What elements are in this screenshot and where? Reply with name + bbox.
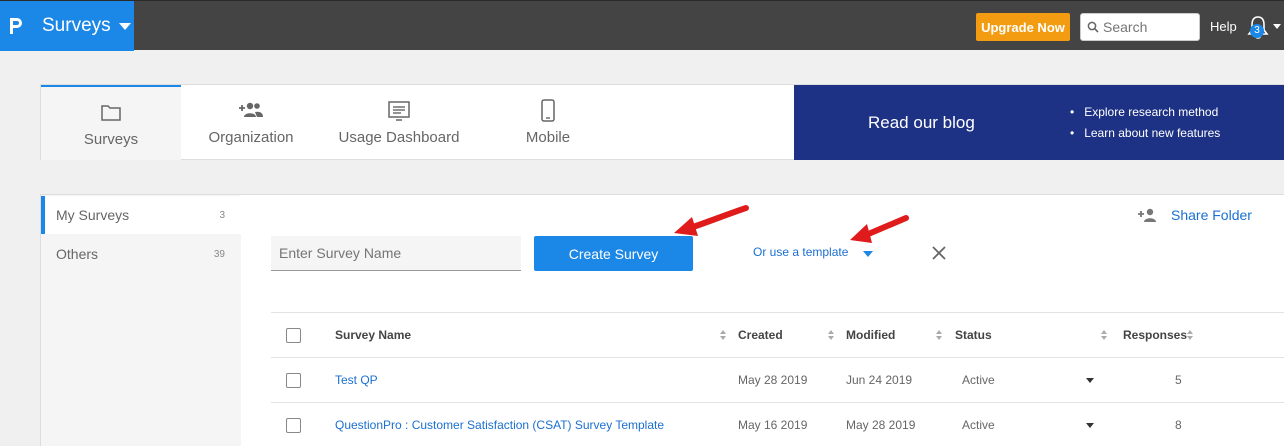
blog-title: Read our blog <box>868 113 975 132</box>
responses-count: 5 <box>1175 373 1182 387</box>
survey-table: Survey Name Created Modified Status Resp… <box>271 312 1284 446</box>
app-title: Surveys <box>42 15 111 36</box>
sidebar-item-others[interactable]: Others 39 <box>41 235 241 273</box>
surveys-panel: My Surveys 3 Others 39 Share Folder Crea… <box>40 194 1284 446</box>
share-folder-button[interactable]: Share Folder <box>1137 207 1252 223</box>
list-item: Learn about new features <box>1072 126 1220 140</box>
select-all-checkbox[interactable] <box>286 327 301 343</box>
blog-banner[interactable]: Read our blog Explore research method Le… <box>794 85 1284 160</box>
questionpro-logo <box>10 18 22 34</box>
tab-mobile[interactable]: Mobile <box>478 85 618 160</box>
row-checkbox[interactable] <box>286 417 301 433</box>
tab-surveys[interactable]: Surveys <box>41 85 181 160</box>
search-icon <box>1087 21 1099 33</box>
survey-name-input[interactable] <box>271 236 521 271</box>
column-header-responses[interactable]: Responses <box>1123 313 1187 357</box>
help-link[interactable]: Help <box>1210 19 1237 34</box>
top-bar: Surveys Upgrade Now Help 3 <box>0 0 1284 51</box>
column-header-modified[interactable]: Modified <box>846 313 895 357</box>
sort-icon[interactable] <box>720 330 726 342</box>
search-box[interactable] <box>1080 13 1200 41</box>
table-header: Survey Name Created Modified Status Resp… <box>271 312 1284 358</box>
tab-label: Surveys <box>83 131 139 148</box>
annotation-arrow-template <box>850 215 909 243</box>
survey-name-link[interactable]: Test QP <box>335 358 378 402</box>
tab-usage-dashboard[interactable]: Usage Dashboard <box>329 85 469 160</box>
tab-label: Organization <box>208 129 294 146</box>
created-date: May 16 2019 <box>738 418 808 432</box>
notification-badge: 3 <box>1250 24 1264 38</box>
sidebar-item-label: Others <box>56 246 99 262</box>
column-header-survey-name[interactable]: Survey Name <box>335 313 411 357</box>
mobile-icon <box>541 99 555 122</box>
use-template-link[interactable]: Or use a template <box>753 245 848 259</box>
list-item: Explore research method <box>1072 105 1220 119</box>
share-folder-label: Share Folder <box>1171 207 1252 223</box>
table-row: Test QP May 28 2019 Jun 24 2019 Active 5 <box>271 358 1284 403</box>
status-value: Active <box>962 373 995 387</box>
modified-date: May 28 2019 <box>846 418 916 432</box>
table-row: QuestionPro : Customer Satisfaction (CSA… <box>271 403 1284 446</box>
sidebar-item-label: My Surveys <box>56 207 130 223</box>
annotation-arrow-create <box>674 205 749 236</box>
sidebar-item-my-surveys[interactable]: My Surveys 3 <box>41 196 241 234</box>
modified-date: Jun 24 2019 <box>846 373 913 387</box>
tab-organization[interactable]: Organization <box>181 85 321 160</box>
dashboard-icon <box>388 101 410 121</box>
tab-label: Mobile <box>525 129 571 146</box>
row-actions-dropdown-icon[interactable] <box>1086 422 1094 428</box>
upgrade-now-button[interactable]: Upgrade Now <box>976 13 1070 41</box>
responses-count: 8 <box>1175 418 1182 432</box>
folder-count: 3 <box>219 209 225 221</box>
blog-bullets: Explore research method Learn about new … <box>1072 105 1220 147</box>
survey-name-link[interactable]: QuestionPro : Customer Satisfaction (CSA… <box>335 403 664 446</box>
sort-icon[interactable] <box>828 330 834 342</box>
search-input[interactable] <box>1103 19 1193 35</box>
status-value: Active <box>962 418 995 432</box>
folder-count: 39 <box>213 248 225 260</box>
add-person-icon <box>1138 208 1156 222</box>
row-checkbox[interactable] <box>286 372 301 388</box>
main-nav: Surveys Organization Usage Dashboard Mob… <box>40 84 1284 160</box>
row-actions-dropdown-icon[interactable] <box>1086 377 1094 383</box>
column-header-created[interactable]: Created <box>738 313 783 357</box>
add-group-icon <box>239 102 263 117</box>
app-switcher[interactable]: Surveys <box>0 1 134 51</box>
chevron-down-icon[interactable] <box>1273 24 1281 29</box>
created-date: May 28 2019 <box>738 373 808 387</box>
chevron-down-icon <box>118 22 131 30</box>
sort-icon[interactable] <box>936 330 942 342</box>
folder-sidebar: My Surveys 3 Others 39 <box>41 195 241 446</box>
tab-label: Usage Dashboard <box>338 129 460 146</box>
sort-icon[interactable] <box>1187 330 1193 342</box>
chevron-down-icon[interactable] <box>863 251 873 257</box>
folder-icon <box>101 105 121 121</box>
close-icon[interactable] <box>929 243 949 263</box>
sort-icon[interactable] <box>1101 330 1107 342</box>
column-header-status[interactable]: Status <box>955 313 992 357</box>
